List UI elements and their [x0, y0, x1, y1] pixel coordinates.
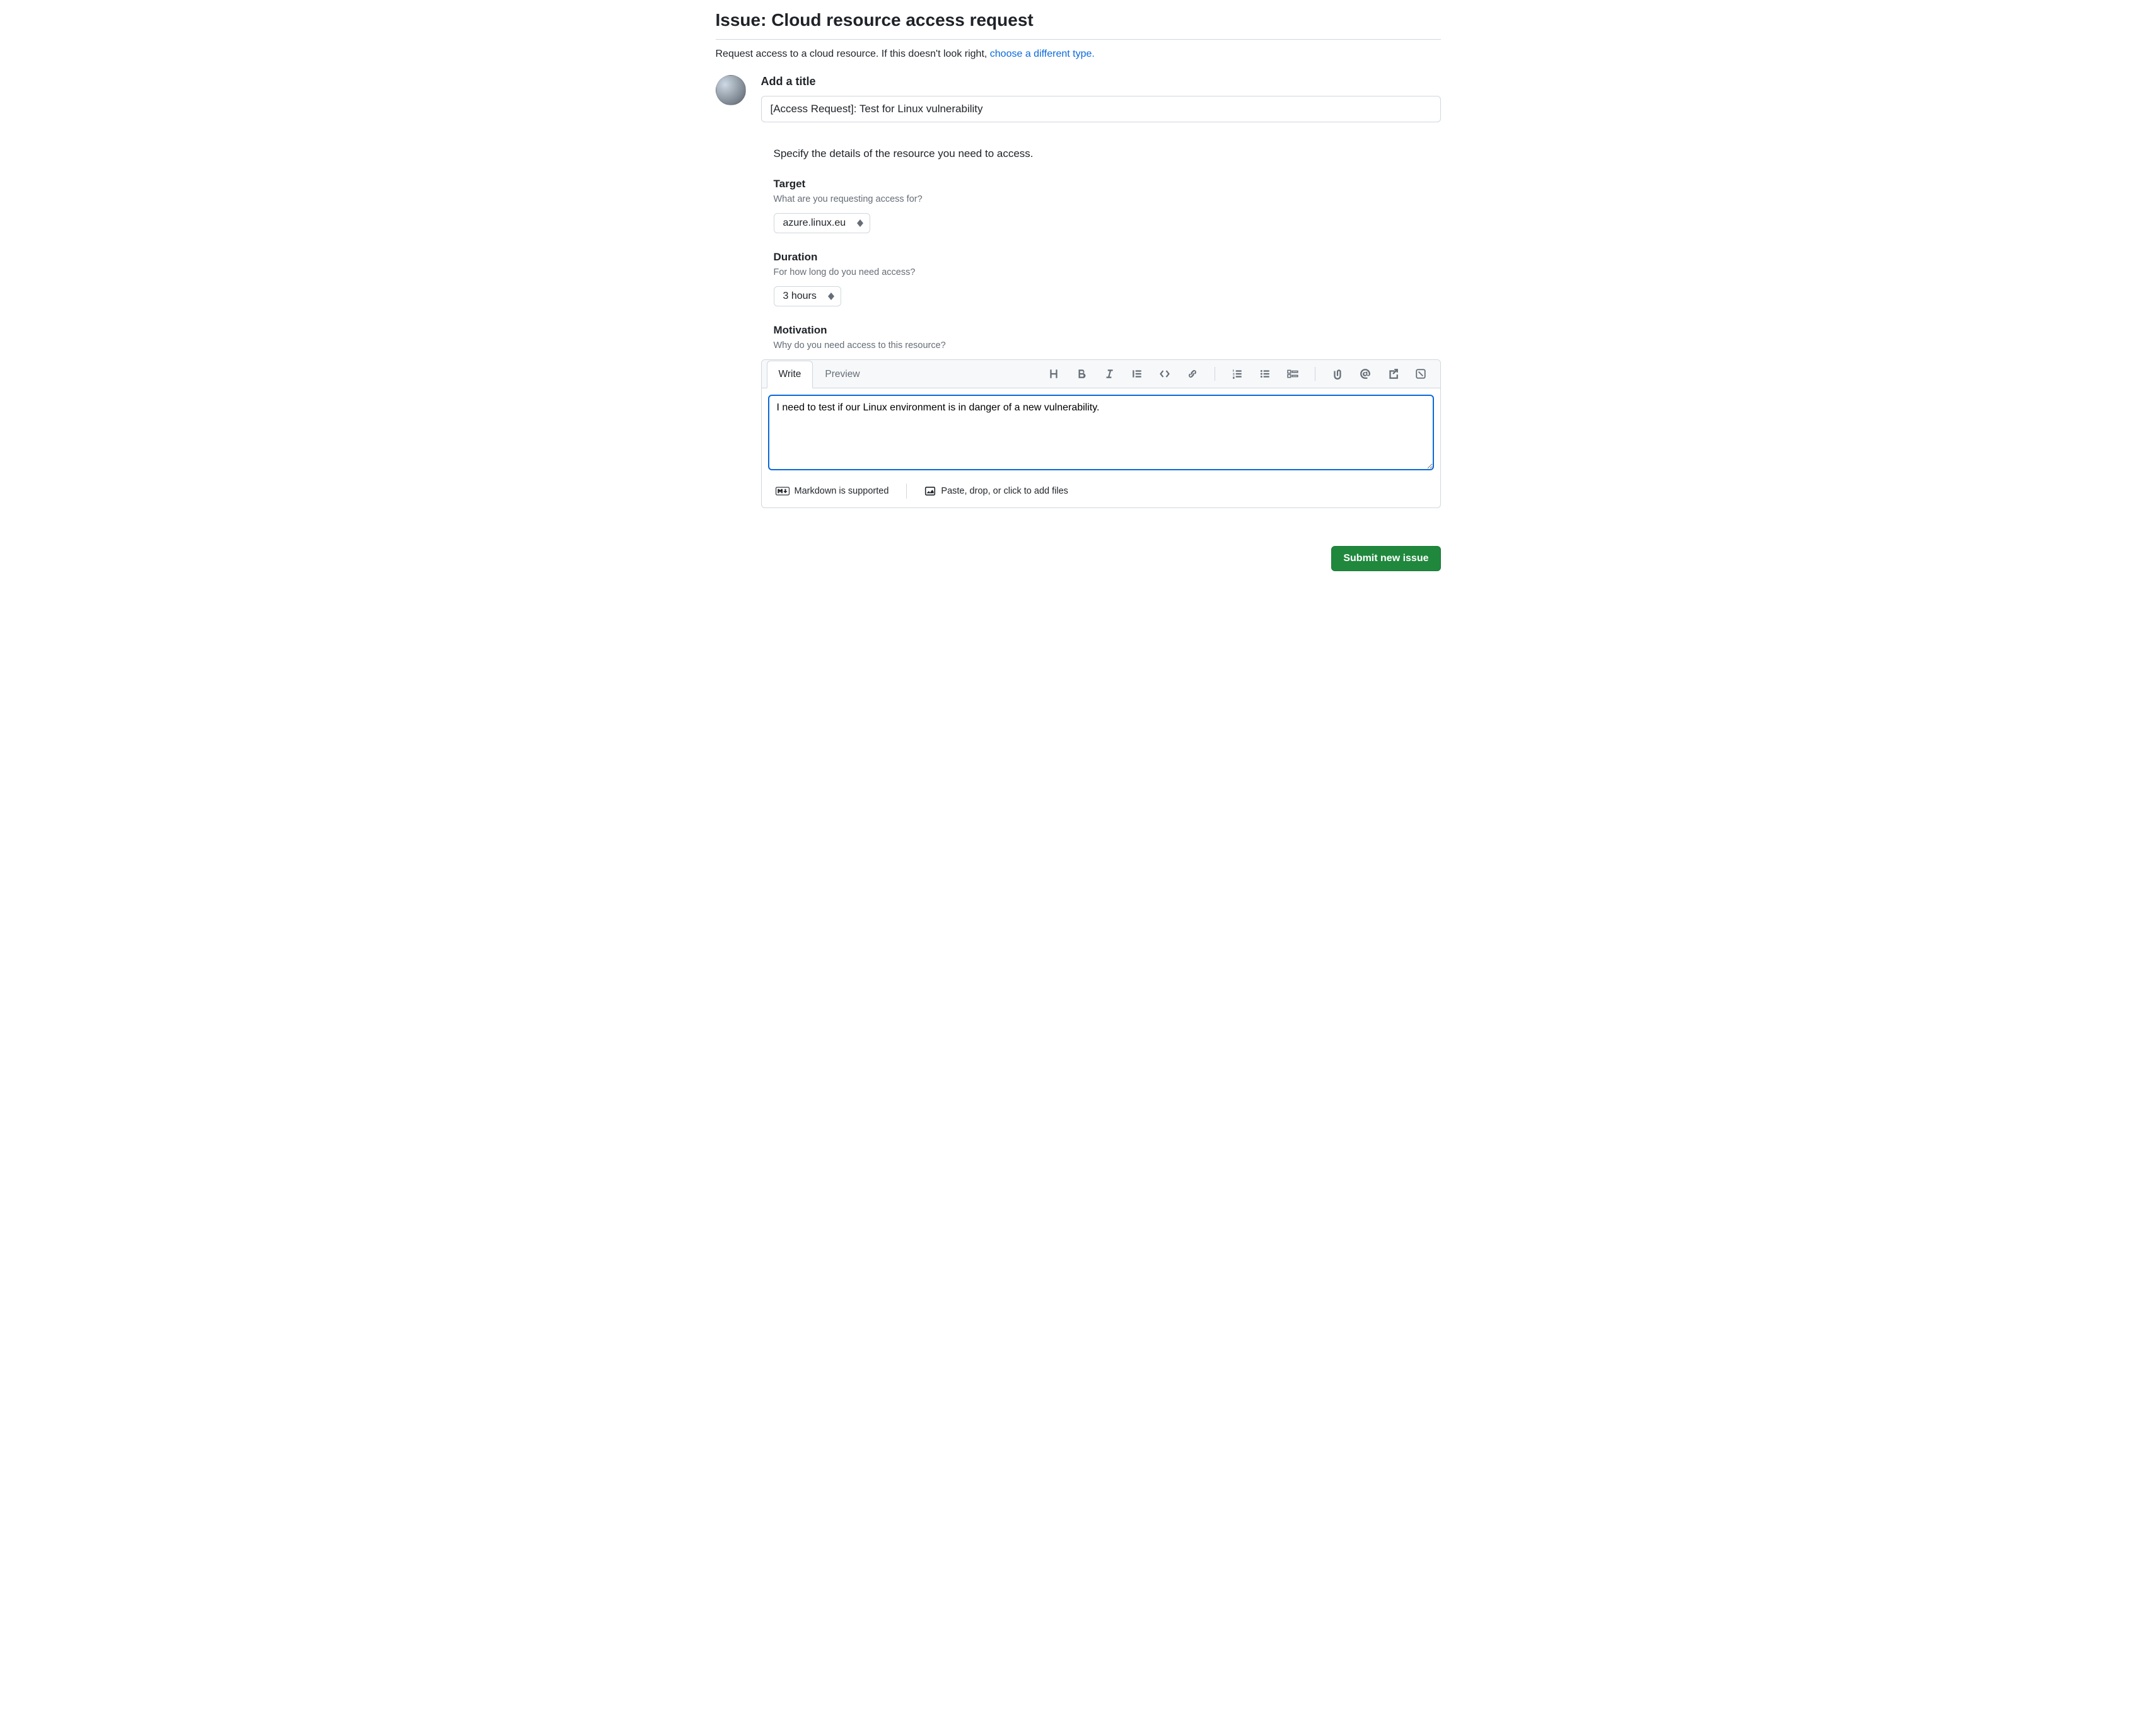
- target-select[interactable]: azure.linux.eu: [774, 213, 871, 233]
- italic-icon[interactable]: [1101, 366, 1117, 382]
- intro-text: Request access to a cloud resource. If t…: [716, 49, 990, 59]
- duration-select[interactable]: 3 hours: [774, 286, 841, 306]
- motivation-textarea[interactable]: [768, 395, 1434, 470]
- markdown-supported-link[interactable]: Markdown is supported: [776, 486, 889, 496]
- editor-footer: Markdown is supported Paste, drop, or cl…: [762, 478, 1440, 508]
- mention-icon[interactable]: [1357, 366, 1373, 382]
- title-input[interactable]: [761, 96, 1441, 122]
- choose-type-link[interactable]: choose a different type.: [990, 49, 1095, 59]
- ordered-list-icon[interactable]: [1229, 366, 1245, 382]
- duration-selected-value: 3 hours: [783, 291, 817, 302]
- quote-icon[interactable]: [1129, 366, 1145, 382]
- footer-separator: [906, 484, 907, 499]
- select-chevrons-icon: [857, 219, 863, 227]
- cross-reference-icon[interactable]: [1385, 366, 1401, 382]
- target-selected-value: azure.linux.eu: [783, 218, 846, 229]
- markdown-supported-label: Markdown is supported: [795, 486, 889, 496]
- editor-tabs: Write Preview: [762, 360, 1440, 388]
- tab-write[interactable]: Write: [767, 361, 813, 388]
- add-files-link[interactable]: Paste, drop, or click to add files: [924, 485, 1068, 497]
- editor-toolbar: [1046, 366, 1435, 382]
- duration-label: Duration: [774, 251, 1441, 264]
- attach-icon[interactable]: [1329, 366, 1346, 382]
- duration-help: For how long do you need access?: [774, 267, 1441, 277]
- image-icon: [924, 485, 936, 497]
- link-icon[interactable]: [1184, 366, 1201, 382]
- task-list-icon[interactable]: [1285, 366, 1301, 382]
- unordered-list-icon[interactable]: [1257, 366, 1273, 382]
- markdown-icon: [776, 487, 790, 496]
- select-chevrons-icon: [828, 293, 834, 300]
- motivation-label: Motivation: [774, 324, 1441, 337]
- page-title: Issue: Cloud resource access request: [716, 10, 1441, 40]
- tab-preview[interactable]: Preview: [813, 361, 871, 388]
- saved-replies-icon[interactable]: [1413, 366, 1429, 382]
- editor-box: Write Preview: [761, 359, 1441, 508]
- motivation-help: Why do you need access to this resource?: [774, 340, 1441, 351]
- avatar: [716, 75, 746, 105]
- title-label: Add a title: [761, 75, 1441, 88]
- target-help: What are you requesting access for?: [774, 194, 1441, 204]
- bold-icon[interactable]: [1073, 366, 1090, 382]
- details-intro: Specify the details of the resource you …: [774, 148, 1441, 160]
- code-icon[interactable]: [1157, 366, 1173, 382]
- target-label: Target: [774, 178, 1441, 190]
- add-files-label: Paste, drop, or click to add files: [941, 486, 1068, 496]
- submit-button[interactable]: Submit new issue: [1331, 546, 1440, 571]
- intro-line: Request access to a cloud resource. If t…: [716, 49, 1441, 60]
- heading-icon[interactable]: [1046, 366, 1062, 382]
